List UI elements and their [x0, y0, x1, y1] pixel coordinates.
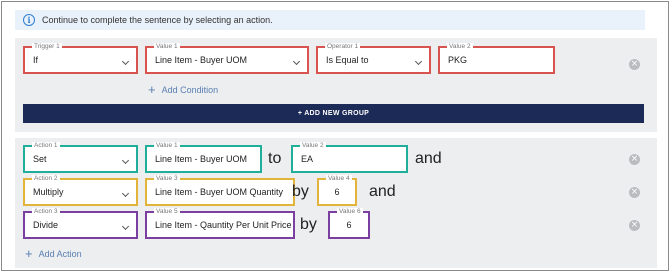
action3-field-value: Line Item - Qauntity Per Unit Price — [155, 220, 292, 230]
action3-value: Divide — [33, 220, 59, 230]
add-condition-label: Add Condition — [161, 84, 219, 95]
chevron-down-icon — [121, 156, 130, 165]
condition-value2-label: Value 2 — [447, 43, 473, 51]
info-banner: i Continue to complete the sentence by s… — [15, 10, 645, 30]
chevron-down-icon — [121, 57, 130, 66]
trigger-label: Trigger 1 — [32, 43, 62, 51]
info-icon: i — [23, 14, 35, 26]
action2-target-label: Value 4 — [326, 175, 352, 183]
add-action-button[interactable]: + Add Action — [25, 246, 82, 261]
remove-action-icon[interactable]: × — [629, 154, 640, 165]
action3-field-label: Value 5 — [154, 208, 180, 216]
action1-target-label: Value 2 — [300, 142, 326, 150]
connector-text: by — [300, 216, 317, 233]
chevron-down-icon — [292, 57, 301, 66]
add-action-label: Add Action — [38, 248, 82, 259]
actions-panel: Action 1 Set Value 1 Line Item - Buyer U… — [15, 138, 657, 268]
action3-target-input[interactable]: Value 6 6 — [328, 208, 370, 239]
connector-text: to — [268, 150, 282, 167]
action1-field-label: Value 1 — [154, 142, 180, 150]
info-text: Continue to complete the sentence by sel… — [42, 15, 273, 25]
action1-target-value: EA — [301, 154, 314, 164]
plus-icon: + — [148, 82, 156, 97]
action1-label: Action 1 — [32, 142, 60, 150]
action1-field-value: Line Item - Buyer UOM — [155, 154, 248, 164]
chevron-down-icon — [121, 189, 130, 198]
operator-select[interactable]: Operator 1 Is Equal to — [316, 43, 431, 74]
action2-target-value: 6 — [334, 187, 340, 197]
action2-select[interactable]: Action 2 Multiply — [23, 175, 138, 206]
connector-text: by — [292, 183, 309, 200]
action2-label: Action 2 — [32, 175, 60, 183]
action3-label: Action 3 — [32, 208, 60, 216]
rule-builder: i Continue to complete the sentence by s… — [1, 1, 669, 271]
action2-target-input[interactable]: Value 4 6 — [317, 175, 357, 206]
action1-target-input[interactable]: Value 2 EA — [291, 142, 408, 173]
condition-value2-input[interactable]: Value 2 PKG — [438, 43, 555, 74]
condition-value1-select[interactable]: Value 1 Line Item - Buyer UOM — [145, 43, 309, 74]
action1-field-select[interactable]: Value 1 Line Item - Buyer UOM — [145, 142, 262, 173]
condition-value1-label: Value 1 — [154, 43, 180, 51]
operator-label: Operator 1 — [325, 43, 361, 51]
action2-field-label: Value 3 — [154, 175, 180, 183]
add-condition-button[interactable]: + Add Condition — [148, 82, 218, 97]
action2-value: Multiply — [33, 187, 64, 197]
condition-value1-value: Line Item - Buyer UOM — [155, 55, 248, 65]
chevron-down-icon — [414, 57, 423, 66]
add-new-group-button[interactable]: + ADD NEW GROUP — [23, 104, 644, 123]
action3-target-label: Value 6 — [337, 208, 363, 216]
condition-group-panel: Trigger 1 If Value 1 Line Item - Buyer U… — [15, 38, 657, 132]
condition-value2-value: PKG — [448, 55, 468, 65]
action1-select[interactable]: Action 1 Set — [23, 142, 138, 173]
action3-field-select[interactable]: Value 5 Line Item - Qauntity Per Unit Pr… — [145, 208, 295, 239]
action3-target-value: 6 — [346, 220, 352, 230]
trigger-value: If — [33, 55, 39, 65]
trigger-select[interactable]: Trigger 1 If — [23, 43, 138, 74]
action2-field-select[interactable]: Value 3 Line Item - Buyer UOM Quantity — [145, 175, 295, 206]
action1-value: Set — [33, 154, 47, 164]
remove-action-icon[interactable]: × — [629, 220, 640, 231]
remove-condition-icon[interactable]: × — [629, 59, 640, 70]
action2-field-value: Line Item - Buyer UOM Quantity — [155, 187, 284, 197]
action3-select[interactable]: Action 3 Divide — [23, 208, 138, 239]
remove-action-icon[interactable]: × — [629, 187, 640, 198]
suffix-text: and — [415, 150, 442, 167]
suffix-text: and — [369, 183, 396, 200]
operator-value: Is Equal to — [326, 55, 369, 65]
chevron-down-icon — [121, 222, 130, 231]
plus-icon: + — [25, 246, 33, 261]
